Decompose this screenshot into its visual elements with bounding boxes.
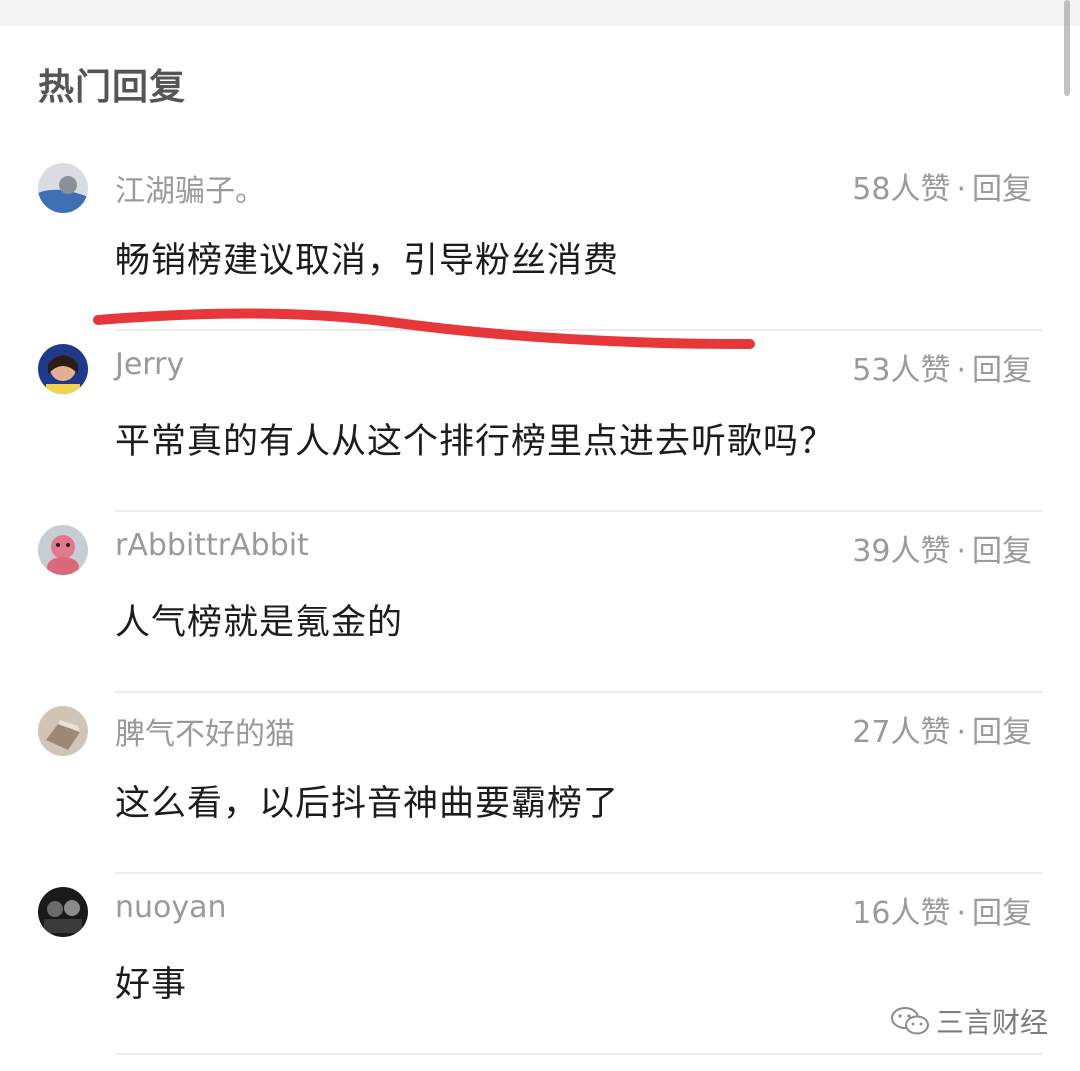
- meta-separator: ·: [956, 896, 966, 931]
- avatar[interactable]: [38, 525, 88, 575]
- username[interactable]: nuoyan: [115, 890, 227, 925]
- reply-button[interactable]: 回复: [972, 353, 1032, 388]
- like-count[interactable]: 27人赞: [852, 715, 950, 750]
- comment-meta: 39人赞 · 回复: [852, 526, 1032, 570]
- comment-text: 这么看，以后抖音神曲要霸榜了: [115, 784, 620, 824]
- comment-item: Jerry 53人赞 · 回复 平常真的有人从这个排行榜里点进去听歌吗？: [0, 331, 1080, 512]
- avatar[interactable]: [38, 706, 88, 756]
- avatar[interactable]: [38, 887, 88, 937]
- like-count[interactable]: 39人赞: [852, 534, 950, 569]
- comment-text: 人气榜就是氪金的: [115, 603, 404, 643]
- reply-button[interactable]: 回复: [972, 534, 1032, 569]
- section-title: 热门回复: [38, 67, 187, 108]
- comment-meta: 58人赞 · 回复: [852, 164, 1032, 208]
- comment-meta: 16人赞 · 回复: [852, 888, 1032, 932]
- avatar[interactable]: [38, 163, 88, 213]
- watermark-text: 三言财经: [935, 1006, 1048, 1039]
- like-count[interactable]: 16人赞: [852, 896, 950, 931]
- reply-button[interactable]: 回复: [972, 715, 1032, 750]
- meta-separator: ·: [956, 353, 966, 388]
- username[interactable]: 江湖骗子。: [115, 166, 265, 210]
- reply-button[interactable]: 回复: [972, 896, 1032, 931]
- divider: [115, 1053, 1042, 1055]
- comment-text: 平常真的有人从这个排行榜里点进去听歌吗？: [115, 422, 836, 462]
- comment-meta: 27人赞 · 回复: [852, 707, 1032, 751]
- comment-item: 江湖骗子。 58人赞 · 回复 畅销榜建议取消，引导粉丝消费: [0, 150, 1080, 331]
- scrollbar[interactable]: [1064, 0, 1070, 96]
- like-count[interactable]: 58人赞: [852, 172, 950, 207]
- comment-text: 畅销榜建议取消，引导粉丝消费: [115, 241, 620, 281]
- top-bar: [0, 0, 1080, 26]
- avatar[interactable]: [38, 344, 88, 394]
- comment-meta: 53人赞 · 回复: [852, 345, 1032, 389]
- comment-text: 好事: [115, 965, 188, 1005]
- watermark: 三言财经: [890, 1001, 1048, 1041]
- comment-item: 脾气不好的猫 27人赞 · 回复 这么看，以后抖音神曲要霸榜了: [0, 693, 1080, 874]
- meta-separator: ·: [956, 172, 966, 207]
- meta-separator: ·: [956, 715, 966, 750]
- wechat-icon: [890, 1007, 929, 1035]
- hot-replies-page: 热门回复 江湖骗子。 58人赞 · 回复 畅销榜建议取消，引导粉丝消费 Jerry: [0, 0, 1080, 1071]
- meta-separator: ·: [956, 534, 966, 569]
- username[interactable]: 脾气不好的猫: [115, 709, 295, 753]
- username[interactable]: Jerry: [115, 347, 184, 382]
- comment-item: rAbbittrAbbit 39人赞 · 回复 人气榜就是氪金的: [0, 512, 1080, 693]
- reply-button[interactable]: 回复: [972, 172, 1032, 207]
- username[interactable]: rAbbittrAbbit: [115, 528, 309, 563]
- like-count[interactable]: 53人赞: [852, 353, 950, 388]
